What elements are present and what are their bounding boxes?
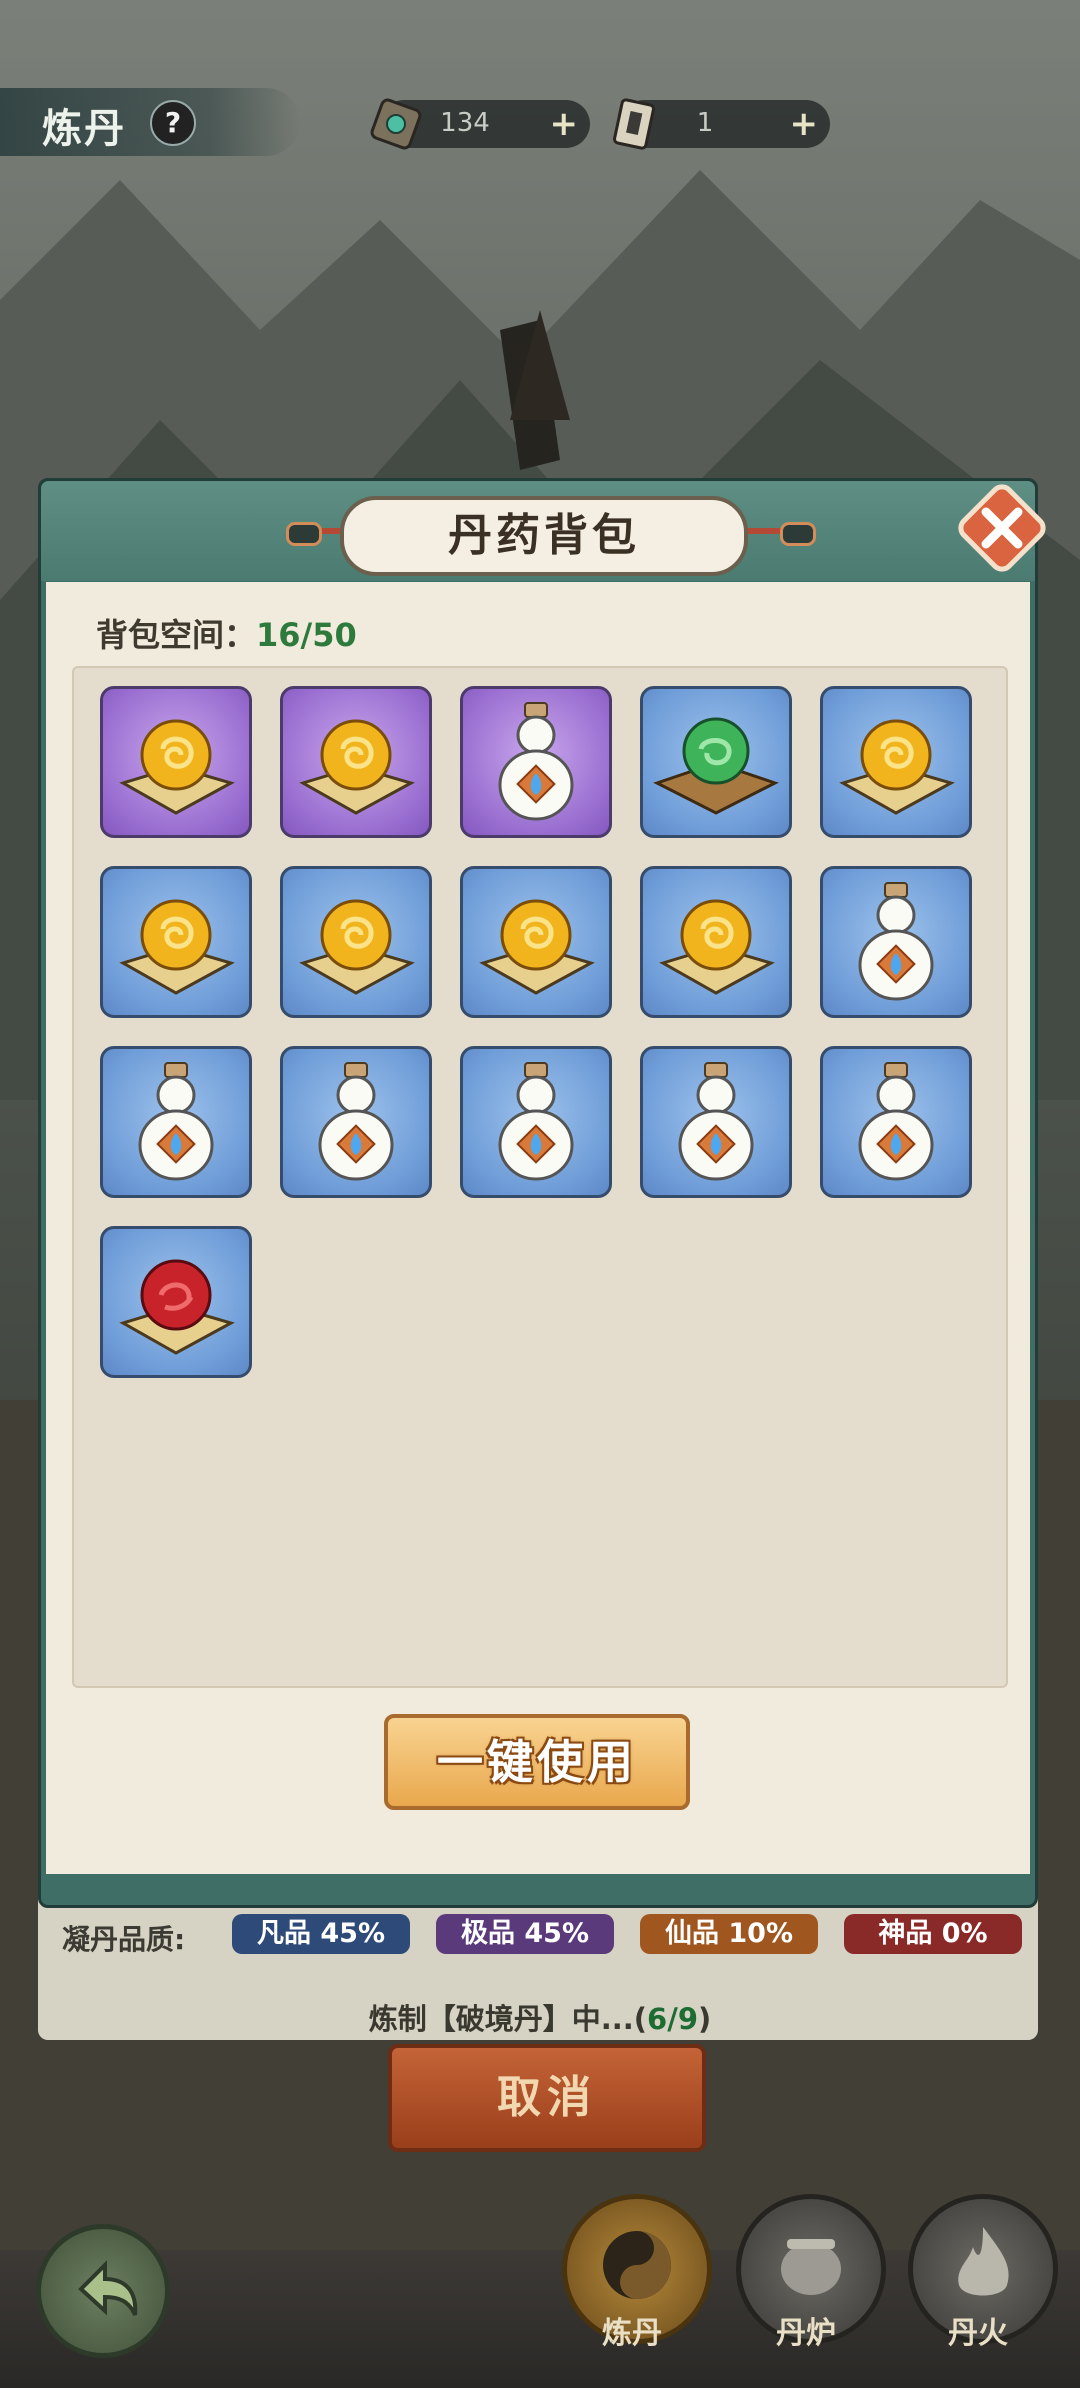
item-slot[interactable] bbox=[640, 866, 792, 1018]
help-icon[interactable]: ? bbox=[150, 100, 196, 146]
yellow-pill-icon bbox=[659, 899, 775, 995]
item-slot[interactable] bbox=[640, 1046, 792, 1198]
page-title: 炼丹 bbox=[42, 106, 126, 152]
green-pill-icon bbox=[653, 717, 779, 815]
compass-icon bbox=[370, 98, 422, 150]
item-slot[interactable] bbox=[640, 686, 792, 838]
item-slot[interactable] bbox=[460, 686, 612, 838]
back-button[interactable] bbox=[36, 2224, 170, 2358]
item-slot[interactable] bbox=[460, 1046, 612, 1198]
white-gourd-icon bbox=[318, 1062, 394, 1181]
quality-badge-divine: 神品 0% bbox=[844, 1914, 1022, 1954]
back-arrow-icon bbox=[78, 2260, 138, 2316]
white-gourd-icon bbox=[678, 1062, 754, 1181]
quality-badge-superior: 极品 45% bbox=[436, 1914, 614, 1954]
item-slot[interactable] bbox=[100, 1046, 252, 1198]
pill-bag-modal: 丹药背包 背包空间：16/50 一键使用 bbox=[38, 478, 1046, 1908]
yellow-pill-icon bbox=[119, 899, 235, 995]
yellow-pill-icon bbox=[839, 719, 955, 815]
refine-progress: 6/9 bbox=[647, 2002, 698, 2036]
item-slot[interactable] bbox=[280, 866, 432, 1018]
red-pill-icon bbox=[119, 1259, 235, 1355]
item-slot[interactable] bbox=[280, 1046, 432, 1198]
yellow-pill-icon bbox=[119, 719, 235, 815]
item-slot[interactable] bbox=[460, 866, 612, 1018]
use-all-button[interactable]: 一键使用 bbox=[384, 1714, 690, 1810]
white-gourd-icon bbox=[858, 1062, 934, 1181]
bag-space-value: 16/50 bbox=[256, 616, 357, 654]
nav-fire-label: 丹火 bbox=[948, 2316, 1008, 2351]
item-slot[interactable] bbox=[820, 866, 972, 1018]
item-slot[interactable] bbox=[820, 1046, 972, 1198]
item-grid bbox=[72, 666, 1008, 1688]
white-gourd-icon bbox=[858, 882, 934, 1001]
white-gourd-icon bbox=[498, 1062, 574, 1181]
refine-prefix: 炼制【破境丹】中...( bbox=[368, 2002, 648, 2036]
knot-decoration-left bbox=[286, 522, 322, 546]
close-button[interactable] bbox=[956, 482, 1048, 574]
currency-2-add-button[interactable]: + bbox=[790, 104, 819, 144]
yellow-pill-icon bbox=[479, 899, 595, 995]
refine-status: 炼制【破境丹】中...(6/9) bbox=[0, 1996, 1080, 2038]
nav-refine-label: 炼丹 bbox=[602, 2316, 662, 2351]
bag-space-text: 背包空间： bbox=[96, 616, 257, 654]
item-slot[interactable] bbox=[820, 686, 972, 838]
quality-label: 凝丹品质: bbox=[62, 1923, 186, 1956]
yellow-pill-icon bbox=[299, 719, 415, 815]
refine-suffix: ) bbox=[698, 2002, 712, 2036]
item-slot[interactable] bbox=[100, 686, 252, 838]
quality-badge-immortal: 仙品 10% bbox=[640, 1914, 818, 1954]
currency-1-add-button[interactable]: + bbox=[550, 104, 579, 144]
quality-badge-common: 凡品 45% bbox=[232, 1914, 410, 1954]
scroll-ticket-icon bbox=[613, 98, 655, 150]
item-slot[interactable] bbox=[100, 866, 252, 1018]
bag-space-label: 背包空间：16/50 bbox=[96, 610, 357, 656]
cancel-button[interactable]: 取消 bbox=[388, 2044, 706, 2152]
item-slot[interactable] bbox=[100, 1226, 252, 1378]
modal-title: 丹药背包 bbox=[340, 496, 748, 576]
nav-furnace-label: 丹炉 bbox=[776, 2316, 836, 2351]
white-gourd-icon bbox=[498, 702, 574, 821]
knot-decoration-right bbox=[780, 522, 816, 546]
item-slot[interactable] bbox=[280, 686, 432, 838]
white-gourd-icon bbox=[138, 1062, 214, 1181]
yellow-pill-icon bbox=[299, 899, 415, 995]
